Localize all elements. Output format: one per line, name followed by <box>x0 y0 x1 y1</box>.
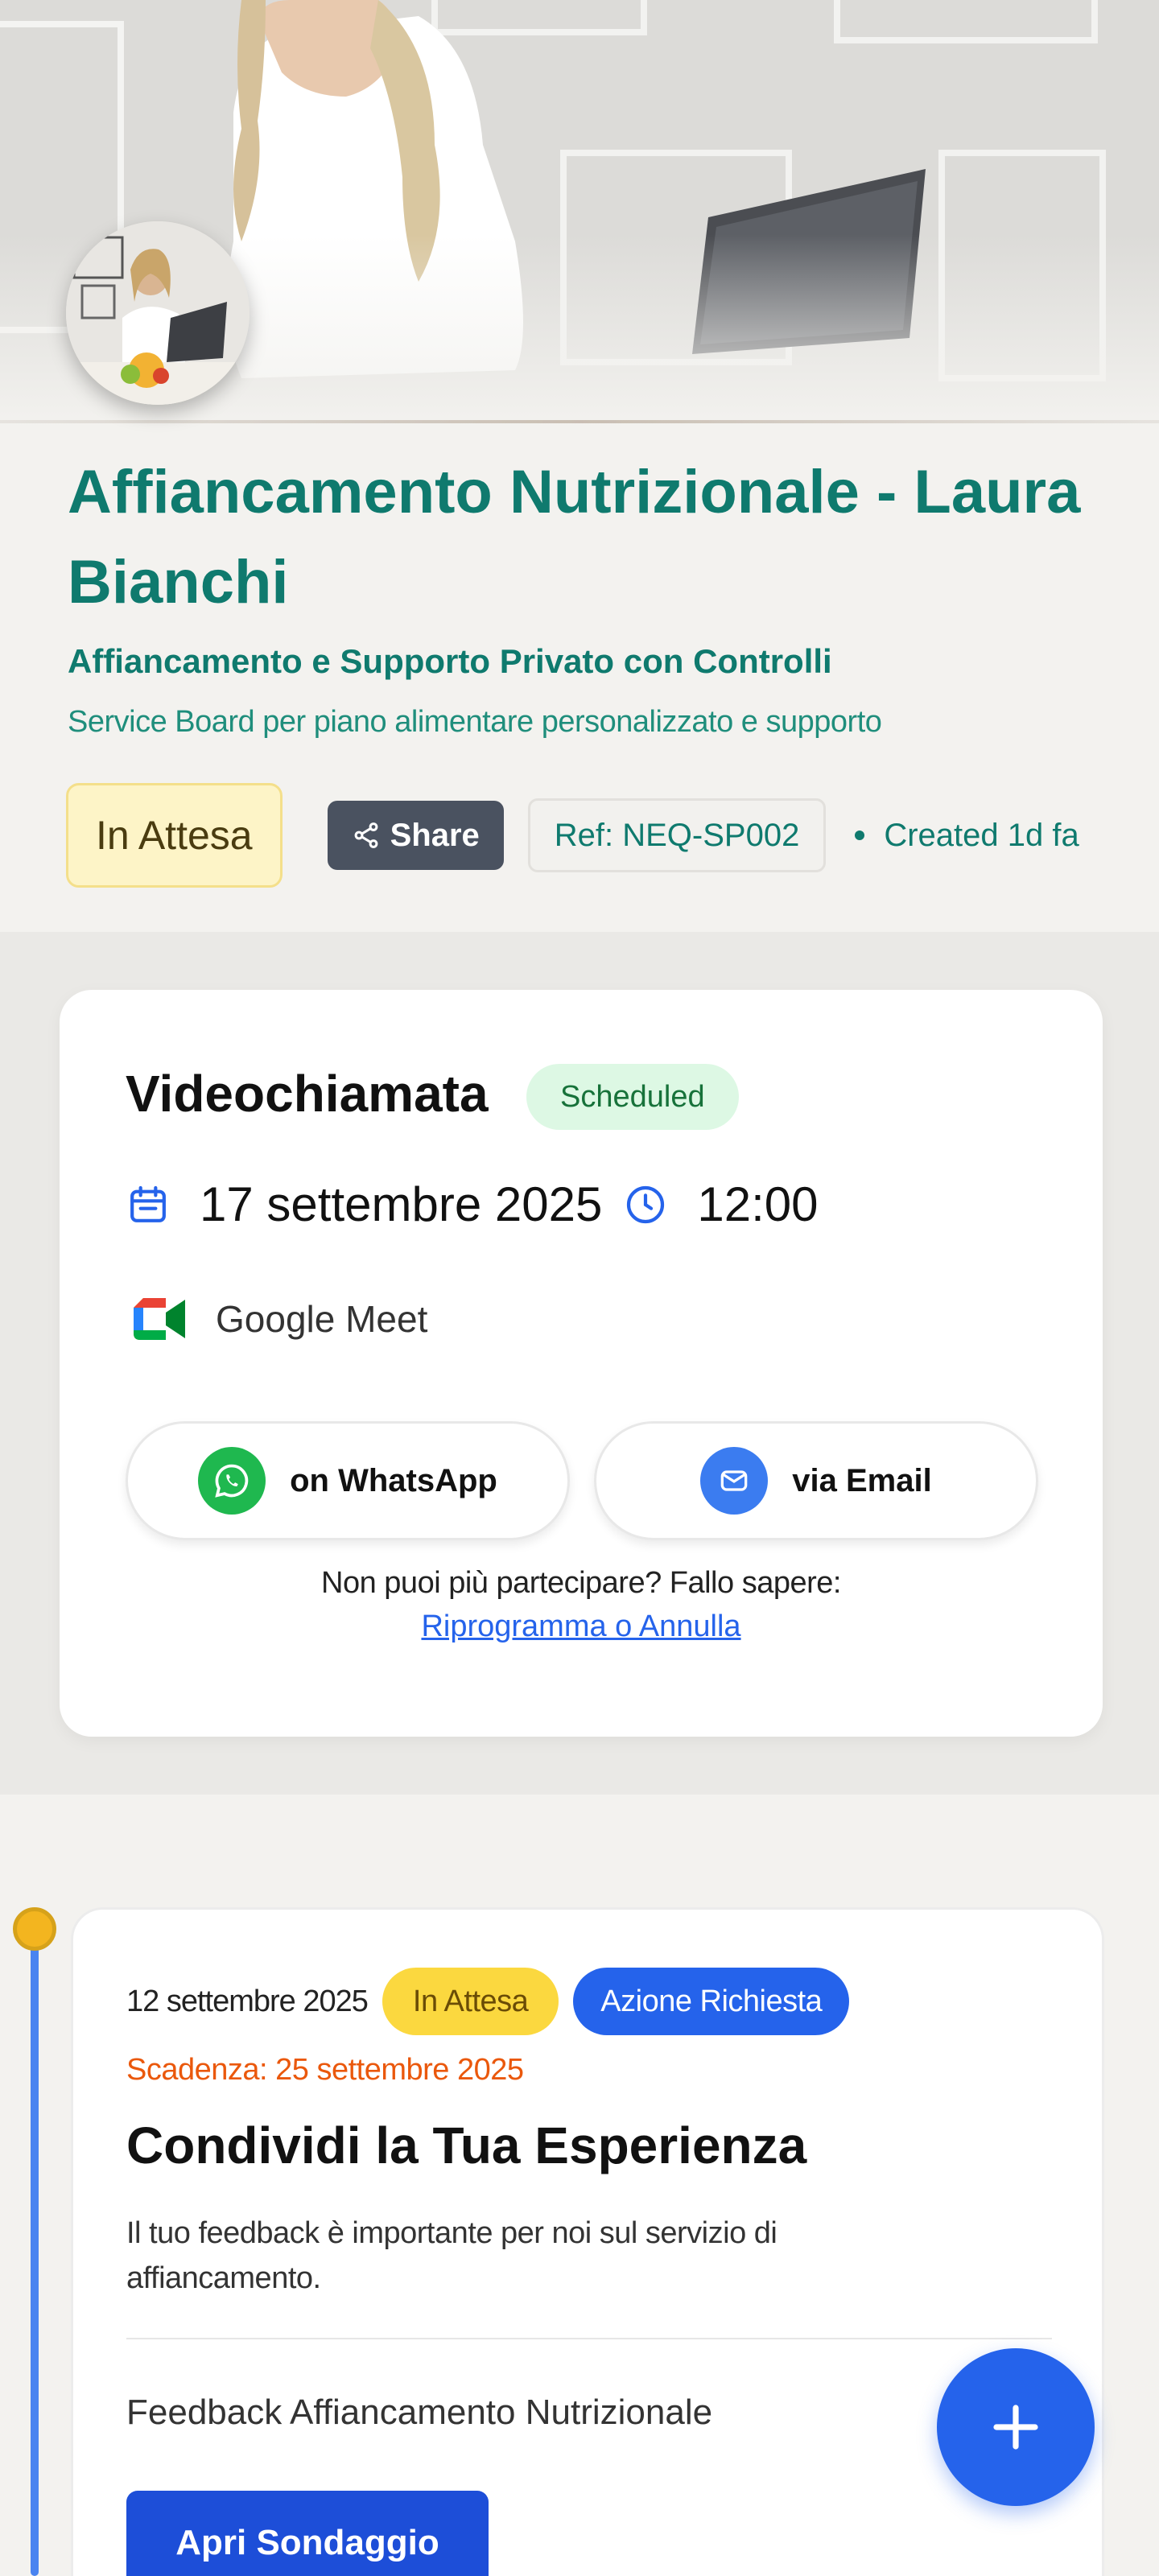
hero-divider <box>0 420 1159 423</box>
avatar <box>66 221 250 405</box>
whatsapp-button[interactable]: on WhatsApp <box>126 1421 570 1540</box>
appointment-card: Videochiamata Scheduled 17 settembre 202… <box>60 990 1103 1737</box>
timeline-description: Il tuo feedback è importante per noi sul… <box>126 2216 777 2295</box>
timeline-status-badge: In Attesa <box>382 1968 559 2035</box>
timeline-title: Condividi la Tua Esperienza <box>126 2116 807 2174</box>
created-info: Created 1d fa <box>855 818 1079 854</box>
share-icon <box>354 822 377 848</box>
status-badge: In Attesa <box>66 783 283 888</box>
meeting-platform: Google Meet <box>134 1297 427 1341</box>
deadline-text: Scadenza: 25 settembre 2025 <box>126 2053 524 2087</box>
plus-icon <box>993 2405 1038 2450</box>
whatsapp-label: on WhatsApp <box>290 1462 497 1498</box>
timeline-date: 12 settembre 2025 <box>126 1984 369 2018</box>
meeting-platform-label: Google Meet <box>216 1298 428 1340</box>
timeline-dot <box>13 1907 56 1951</box>
appointment-time: 12:00 <box>697 1177 819 1231</box>
page-title: Affiancamento Nutrizionale - Laura Bianc… <box>68 458 1081 616</box>
mail-icon <box>700 1447 769 1515</box>
appointment-status-badge: Scheduled <box>526 1064 739 1130</box>
service-description: Service Board per piano alimentare perso… <box>68 705 882 739</box>
contact-buttons: on WhatsApp via Email <box>126 1421 1038 1540</box>
bullet-dot <box>855 831 865 840</box>
cant-attend-text: Non puoi più partecipare? Fallo sapere: <box>321 1566 841 1600</box>
google-meet-icon <box>134 1298 185 1340</box>
open-survey-button[interactable]: Apri Sondaggio <box>126 2491 489 2576</box>
reschedule-link[interactable]: Riprogramma o Annulla <box>60 1609 1103 1644</box>
share-button[interactable]: Share <box>327 801 504 870</box>
calendar-icon <box>130 1185 166 1222</box>
email-button[interactable]: via Email <box>594 1421 1038 1540</box>
timeline-meta: 12 settembre 2025 In Attesa Azione Richi… <box>126 1968 850 2035</box>
service-subtitle: Affiancamento e Supporto Privato con Con… <box>68 642 832 680</box>
share-label: Share <box>390 817 480 853</box>
timeline-card: 12 settembre 2025 In Attesa Azione Richi… <box>71 1907 1104 2576</box>
appointment-type: Videochiamata <box>126 1065 489 1123</box>
status-row: In Attesa Share Ref: NEQ-SP002 Created 1… <box>66 783 1079 888</box>
appointment-date: 17 settembre 2025 <box>200 1177 603 1231</box>
survey-name: Feedback Affiancamento Nutrizionale <box>126 2393 713 2432</box>
whatsapp-icon <box>198 1447 266 1515</box>
action-required-badge: Azione Richiesta <box>573 1968 850 2035</box>
add-fab-button[interactable] <box>937 2348 1095 2506</box>
divider <box>126 2338 1052 2339</box>
timeline-line <box>31 1915 39 2576</box>
clock-icon <box>627 1185 665 1223</box>
appointment-section: Videochiamata Scheduled 17 settembre 202… <box>0 932 1159 1795</box>
email-label: via Email <box>792 1462 932 1498</box>
reference-chip: Ref: NEQ-SP002 <box>527 798 827 872</box>
created-label: Created 1d fa <box>884 817 1079 853</box>
appointment-datetime: 17 settembre 2025 12:00 <box>126 1177 819 1232</box>
